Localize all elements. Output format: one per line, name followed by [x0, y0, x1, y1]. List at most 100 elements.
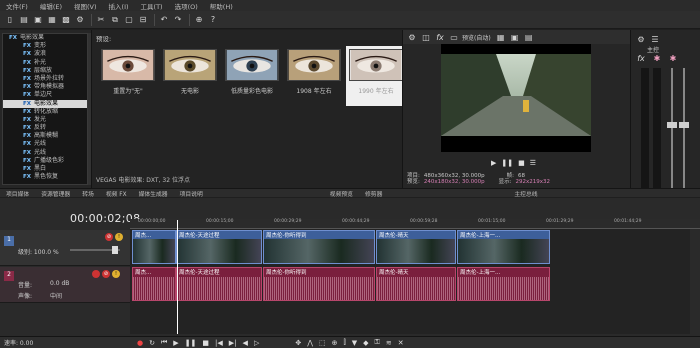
fx-tree-item[interactable]: FX 发光 [3, 116, 87, 124]
play-icon[interactable]: ▶ [173, 339, 178, 347]
video-clip[interactable]: 周杰伦-晴天 [376, 230, 456, 264]
new-icon[interactable]: ▯ [4, 14, 16, 26]
dock-tab[interactable]: 主控总线 [508, 189, 543, 198]
menu-view[interactable]: 视图(V) [68, 1, 103, 11]
star-icon[interactable]: ✱ [651, 52, 663, 64]
overlay-icon[interactable]: ▣ [509, 31, 521, 43]
fx-tree-item[interactable]: FX 层缩放 [3, 67, 87, 75]
video-clip[interactable]: 周杰伦-天途过程 [176, 230, 262, 264]
fx-tree[interactable]: FX 电影效果 FX 变形 FX 波浪 FX 补光 FX 层缩放 FX 场景外拉转 FX 带角模拟器 FX 单… [2, 33, 88, 185]
gear-icon[interactable]: ⚙ [406, 31, 418, 43]
video-clip[interactable]: 周杰伦-你听得到 [263, 230, 375, 264]
star-icon[interactable]: ✱ [667, 52, 679, 64]
loop-icon[interactable]: ↻ [149, 339, 155, 347]
tracks-area[interactable]: 周杰... 周杰伦-天途过程 周杰伦-你听得到 周杰伦-晴天 周杰伦-上海一... 周杰.… [130, 229, 690, 334]
menu-icon[interactable]: ☰ [649, 33, 661, 45]
fx-tree-item[interactable]: FX 补光 [3, 59, 87, 67]
fx-tree-item[interactable]: FX 波浪 [3, 50, 87, 58]
preset-tile[interactable]: 低质量彩色电影 [222, 46, 282, 106]
envelope-tool-icon[interactable]: ⋀ [307, 339, 313, 347]
gear-icon[interactable]: ⚙ [635, 33, 647, 45]
next-frame-icon[interactable]: ▷ [254, 339, 259, 347]
audio-clip[interactable]: 周杰伦-你听得到 [263, 267, 375, 301]
fx-tree-item[interactable]: FX 单边尺 [3, 91, 87, 99]
open-icon[interactable]: ▤ [18, 14, 30, 26]
save-icon[interactable]: ▣ [32, 14, 44, 26]
trim-icon[interactable]: ⊟ [137, 14, 149, 26]
menu-file[interactable]: 文件(F) [0, 1, 34, 11]
fx-tree-item[interactable]: FX 光线 [3, 149, 87, 157]
menu-edit[interactable]: 编辑(E) [34, 1, 68, 11]
audio-clip[interactable]: 周杰伦-天途过程 [176, 267, 262, 301]
video-clip[interactable]: 周杰... [132, 230, 176, 264]
grid-icon[interactable]: ▦ [495, 31, 507, 43]
fx-tree-item[interactable]: FX 黑白 [3, 165, 87, 173]
master-fader[interactable] [667, 122, 677, 128]
dock-tab[interactable]: 视频预览 [324, 189, 359, 198]
paste-icon[interactable]: ▢ [123, 14, 135, 26]
preset-tile[interactable]: 1990 年左右 [346, 46, 406, 106]
dock-tab[interactable]: 项目说明 [174, 189, 209, 198]
save-as-icon[interactable]: ▦ [46, 14, 58, 26]
audio-clip[interactable]: 周杰伦-上海一... [457, 267, 550, 301]
timeline-ruler[interactable]: 00:00:00;00 00:00:15;00 00:00:29;29 00:00:4… [130, 219, 700, 229]
audio-track-header[interactable]: 2 音量: 0.0 dB 声像: 中间 ⊘ ! [0, 267, 130, 303]
region-icon[interactable]: ◆ [363, 339, 368, 347]
copy-frame-icon[interactable]: ▭ [448, 31, 460, 43]
pause-icon[interactable]: ❚❚ [501, 159, 513, 167]
playhead-cursor[interactable] [177, 220, 178, 334]
audio-clip[interactable]: 周杰伦-晴天 [376, 267, 456, 301]
split-tool-icon[interactable]: ⫿ [343, 338, 345, 347]
menu-tools[interactable]: 工具(T) [135, 1, 169, 11]
audio-clip[interactable]: 周杰... [132, 267, 176, 301]
prev-frame-icon[interactable]: ◀ [243, 339, 248, 347]
menu-help[interactable]: 帮助(H) [204, 1, 239, 11]
level-slider[interactable] [70, 246, 128, 254]
dock-tab[interactable]: 媒体生成器 [133, 189, 174, 198]
dock-tab[interactable]: 修剪器 [359, 189, 388, 198]
stop-icon[interactable]: ■ [202, 339, 209, 347]
video-track-header[interactable]: 1 级别: 100.0 % ⊘ ! [0, 230, 130, 266]
solo-icon[interactable]: ! [115, 233, 123, 241]
fx-tree-item[interactable]: FX 广播级色彩 [3, 157, 87, 165]
solo-icon[interactable]: ! [112, 270, 120, 278]
go-start-icon[interactable]: |◀ [215, 339, 223, 347]
mute-icon[interactable]: ⊘ [105, 233, 113, 241]
preview-quality-select[interactable]: 预览(自动) [462, 33, 491, 42]
dock-tab[interactable]: 转场 [76, 189, 100, 198]
preset-tile[interactable]: 无电影 [160, 46, 220, 106]
cut-icon[interactable]: ✂ [95, 14, 107, 26]
fx-tree-item[interactable]: FX 场景外拉转 [3, 75, 87, 83]
fx-tree-item[interactable]: FX 黑色恢复 [3, 173, 87, 181]
stop-icon[interactable]: ■ [518, 159, 525, 167]
redo-icon[interactable]: ↷ [172, 14, 184, 26]
zoom-tool-icon[interactable]: ⊕ [332, 339, 338, 347]
snap-icon[interactable]: ⊕ [193, 14, 205, 26]
fx-icon[interactable]: fx [635, 52, 647, 64]
master-fader[interactable] [679, 122, 689, 128]
lock-icon[interactable]: ⚿ [374, 338, 379, 347]
menu-insert[interactable]: 插入(I) [103, 1, 135, 11]
play-from-start-icon[interactable]: ⏮ [161, 338, 167, 347]
menu-icon[interactable]: ☰ [530, 159, 536, 167]
mute-icon[interactable]: ⊘ [102, 270, 110, 278]
fx-tree-item[interactable]: FX 转化放缩 [3, 108, 87, 116]
copy-icon[interactable]: ⧉ [109, 14, 121, 26]
fx-tree-item[interactable]: FX 光线 [3, 140, 87, 148]
properties-icon[interactable]: ⚙ [74, 14, 86, 26]
dock-tab[interactable]: 资源管理器 [35, 189, 76, 198]
preset-tile[interactable]: 1908 年左右 [284, 46, 344, 106]
selection-tool-icon[interactable]: ⬚ [319, 339, 326, 347]
split-icon[interactable]: ◫ [420, 31, 432, 43]
record-icon[interactable]: ● [137, 339, 143, 347]
preset-tile[interactable]: 重置为"无" [98, 46, 158, 106]
arm-record-icon[interactable] [92, 270, 100, 278]
help-icon[interactable]: ? [207, 14, 219, 26]
dock-tab[interactable]: 视频 FX [100, 189, 133, 198]
tree-scrollbar[interactable] [88, 33, 91, 185]
snapshot-icon[interactable]: ▤ [523, 31, 535, 43]
auto-crossfade-icon[interactable]: ✕ [398, 339, 404, 347]
pause-icon[interactable]: ❚❚ [185, 339, 197, 347]
ripple-icon[interactable]: ≋ [386, 339, 392, 347]
dock-tab[interactable]: 项目媒体 [0, 189, 35, 198]
